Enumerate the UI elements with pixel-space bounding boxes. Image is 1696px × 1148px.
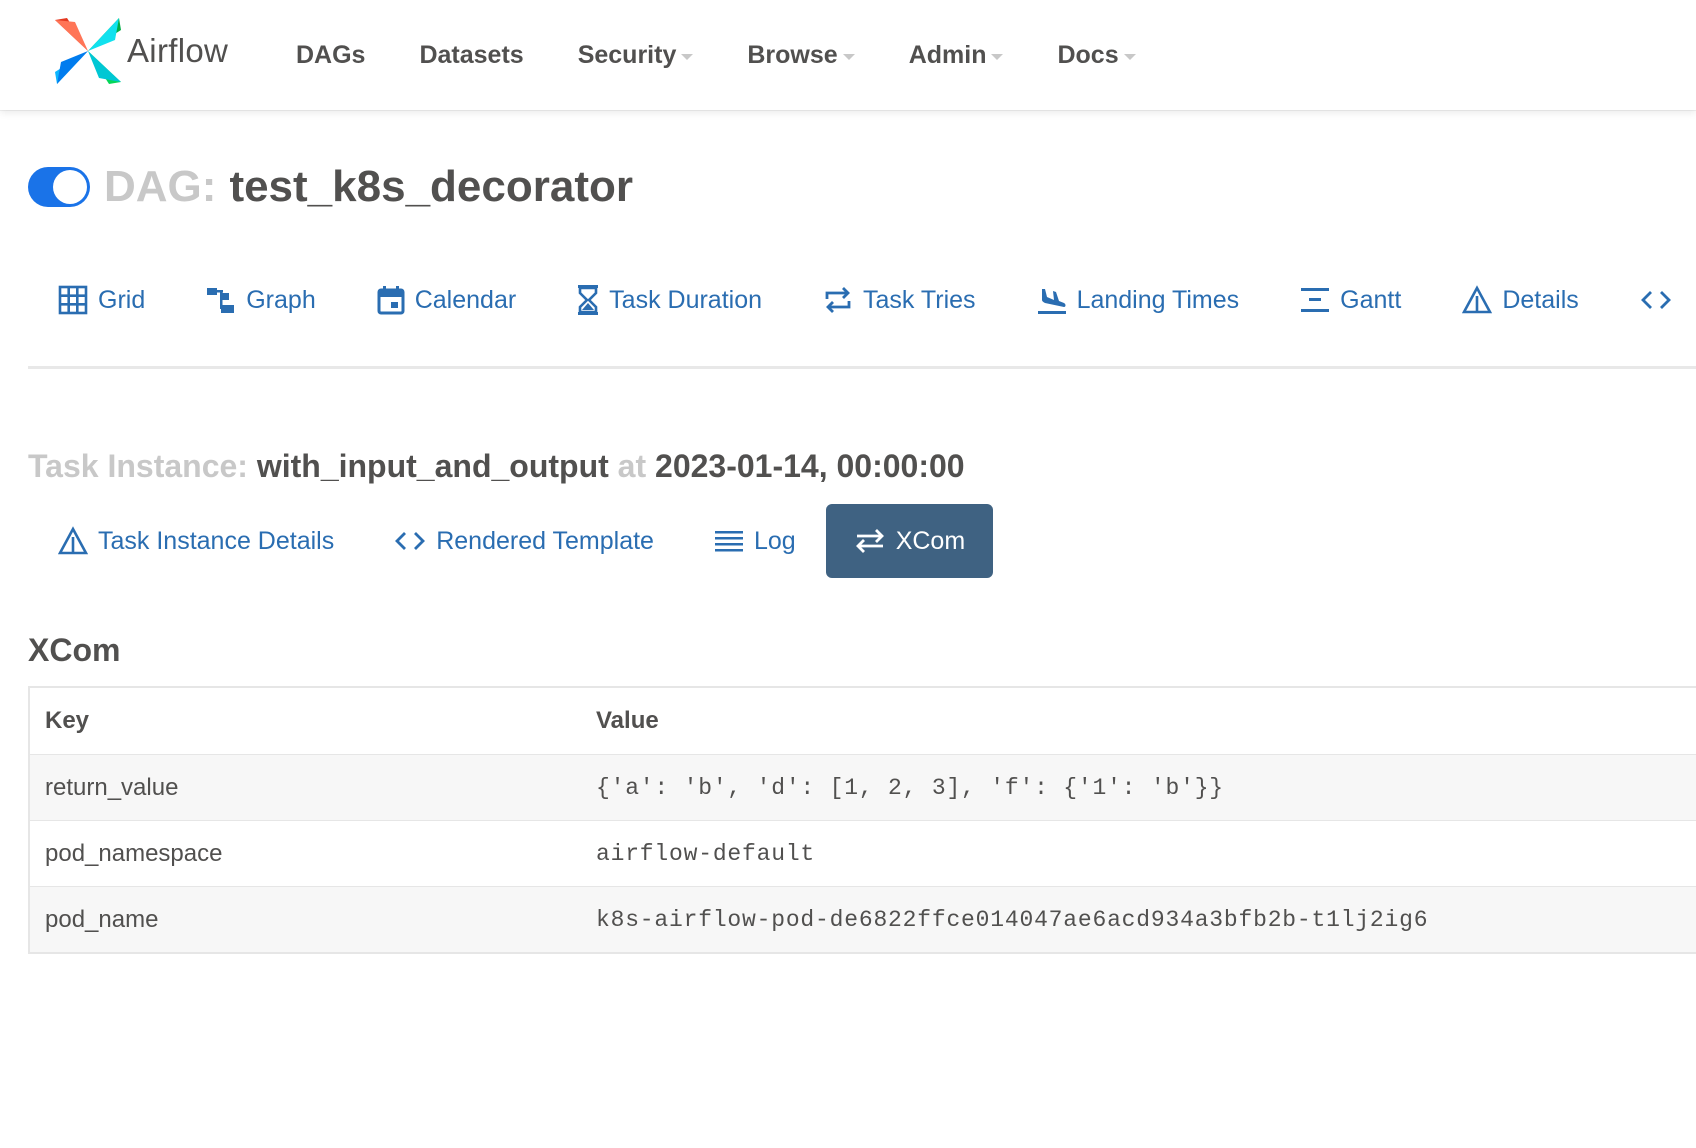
xcom-table: Key Value return_value {'a': 'b', 'd': [… [28,686,1696,954]
warning-triangle-icon [1462,285,1493,314]
tab-xcom[interactable]: XCom [825,504,994,578]
dag-pause-toggle[interactable] [28,167,90,207]
tab-gantt-label: Gantt [1340,285,1402,314]
warning-triangle-icon [58,526,88,555]
task-id: with_input_and_output [256,448,609,484]
tab-rendered-template-label: Rendered Template [436,526,654,555]
tab-task-tries[interactable]: Task Tries [823,285,976,315]
table-row: pod_namespace airflow-default [29,820,1696,887]
tab-landing-times[interactable]: Landing Times [1037,285,1240,315]
tab-code[interactable] [1640,285,1682,315]
column-header-value: Value [596,707,659,734]
tab-rendered-template[interactable]: Rendered Template [394,526,654,556]
nav-admin-label: Admin [908,40,987,69]
caret-down-icon [1123,53,1136,60]
nav-docs-dropdown[interactable]: Docs [1057,40,1136,70]
dag-view-tabs: Grid Graph Calendar Task Duration Task T… [58,272,1696,328]
xcom-key-cell: return_value [29,754,581,821]
tab-details-label: Details [1502,285,1579,314]
graph-icon [207,288,235,313]
caret-down-icon [991,53,1004,60]
brand-name: Airflow [127,32,229,69]
xcom-value-cell: {'a': 'b', 'd': [1, 2, 3], 'f': {'1': 'b… [581,754,1696,821]
calendar-icon [377,286,405,315]
caret-down-icon [681,53,694,60]
table-row: return_value {'a': 'b', 'd': [1, 2, 3], … [29,754,1696,821]
tabs-divider [28,366,1696,369]
dag-name: test_k8s_decorator [229,162,633,211]
hourglass-icon [578,285,599,315]
nav-datasets[interactable]: Datasets [419,41,523,70]
tab-landing-times-label: Landing Times [1076,285,1240,314]
at-label: at [617,448,647,484]
tab-gantt[interactable]: Gantt [1300,285,1401,315]
plane-landing-icon [1037,289,1066,314]
nav-docs-label: Docs [1057,40,1119,69]
xcom-section-title: XCom [28,632,121,668]
xcom-key-cell: pod_namespace [29,820,581,887]
xcom-value-cell: airflow-default [581,820,1696,887]
code-icon [1640,291,1671,309]
nav-admin-dropdown[interactable]: Admin [909,41,1004,70]
tab-xcom-label: XCom [895,526,966,555]
tab-task-tries-label: Task Tries [863,285,976,314]
toggle-knob [53,170,87,204]
tab-task-instance-details-label: Task Instance Details [98,526,335,555]
tab-log-label: Log [753,526,796,555]
xcom-value-cell: k8s-airflow-pod-de6822ffce014047ae6acd93… [581,886,1696,953]
task-instance-prefix: Task Instance: [28,448,248,484]
tab-grid[interactable]: Grid [58,285,145,315]
task-instance-title: Task Instance: with_input_and_output at … [28,448,965,485]
main-nav: DAGs Datasets Security Browse Admin Docs [296,0,1190,110]
dag-title-prefix: DAG: [104,162,217,211]
nav-datasets-label: Datasets [419,40,524,69]
list-icon [714,531,743,552]
task-instance-tabs: Task Instance Details Rendered Template … [58,504,1053,578]
tab-details[interactable]: Details [1462,285,1579,315]
airflow-pinwheel-icon [55,18,121,84]
tab-graph[interactable]: Graph [206,285,316,315]
tab-calendar-label: Calendar [414,285,517,314]
code-icon [395,532,426,550]
gantt-icon [1301,288,1330,312]
xcom-key-cell: pod_name [29,886,581,953]
tab-calendar[interactable]: Calendar [377,285,516,315]
table-row: pod_name k8s-airflow-pod-de6822ffce01404… [29,886,1696,953]
tab-log[interactable]: Log [714,526,796,556]
caret-down-icon [842,53,855,60]
nav-browse-label: Browse [747,40,838,69]
column-header-key: Key [45,707,90,734]
nav-dags-label: DAGs [296,40,366,69]
tab-task-instance-details[interactable]: Task Instance Details [58,526,334,556]
tab-task-duration-label: Task Duration [609,285,763,314]
table-header-row: Key Value [29,687,1696,755]
top-navbar: Airflow DAGs Datasets Security Browse Ad… [0,0,1696,110]
nav-browse-dropdown[interactable]: Browse [747,40,855,70]
retry-icon [825,287,851,313]
nav-dags[interactable]: DAGs [296,41,365,70]
exchange-icon [855,529,884,553]
grid-icon [58,285,88,315]
dag-header: DAG: test_k8s_decorator [28,160,633,214]
airflow-logo-link[interactable]: Airflow [55,16,228,86]
tab-graph-label: Graph [246,285,316,314]
tab-grid-label: Grid [98,285,146,314]
execution-date: 2023-01-14, 00:00:00 [655,448,965,484]
nav-security-label: Security [577,40,677,69]
tab-task-duration[interactable]: Task Duration [577,284,762,316]
nav-security-dropdown[interactable]: Security [578,41,694,70]
